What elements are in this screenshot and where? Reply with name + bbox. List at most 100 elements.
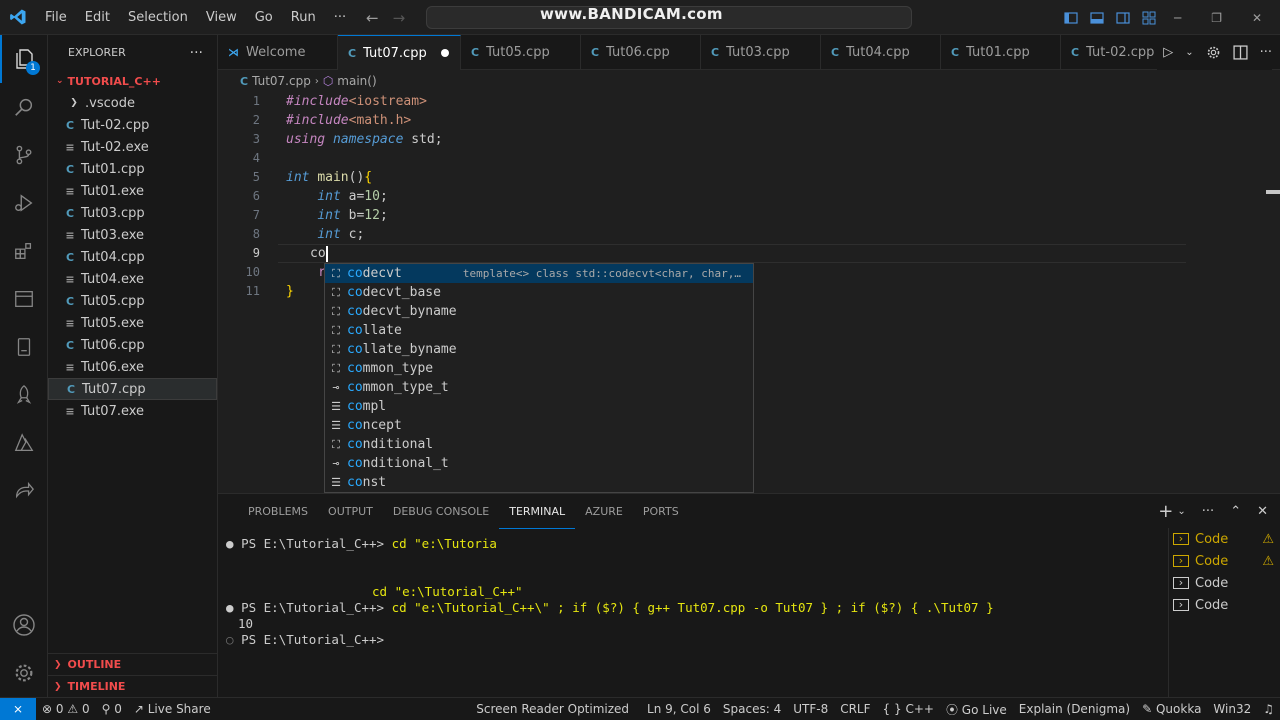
file-item[interactable]: ❯ .vscode xyxy=(48,92,217,114)
suggestion-item[interactable]: ⛶ conditional xyxy=(325,435,753,454)
customize-layout-icon[interactable] xyxy=(1142,11,1156,25)
cursor-position[interactable]: Ln 9, Col 6 xyxy=(641,702,717,716)
file-item[interactable]: C Tut-02.cpp xyxy=(48,114,217,136)
suggestion-item[interactable]: ☰ compl xyxy=(325,397,753,416)
go-live-status[interactable]: ⦿ Go Live xyxy=(940,701,1013,718)
run-debug-activity-icon[interactable] xyxy=(0,179,48,227)
back-arrow-icon[interactable]: ← xyxy=(366,9,379,27)
explain-status[interactable]: Explain (Denigma) xyxy=(1013,702,1136,716)
terminal-output[interactable]: ● PS E:\Tutorial_C++> cd "e:\Tutoria cd … xyxy=(226,536,1150,696)
file-item[interactable]: ≡ Tut01.exe xyxy=(48,180,217,202)
editor-scrollbar-thumb[interactable] xyxy=(1266,190,1280,194)
unsaved-dot-icon[interactable] xyxy=(440,49,449,57)
close-window-icon[interactable]: ✕ xyxy=(1252,11,1262,25)
suggestion-item[interactable]: ⛶ codecvt_base xyxy=(325,283,753,302)
file-item[interactable]: ≡ Tut04.exe xyxy=(48,268,217,290)
suggestion-item[interactable]: ☰ const xyxy=(325,473,753,492)
language-mode[interactable]: { } C++ xyxy=(877,702,940,716)
source-control-activity-icon[interactable] xyxy=(0,131,48,179)
suggestion-item[interactable]: ⛶ common_type xyxy=(325,359,753,378)
indentation[interactable]: Spaces: 4 xyxy=(717,702,787,716)
breadcrumb-symbol[interactable]: main() xyxy=(337,74,376,88)
file-item[interactable]: ≡ Tut06.exe xyxy=(48,356,217,378)
menu-view[interactable]: View xyxy=(197,0,246,35)
terminal-instance[interactable]: › Code xyxy=(1169,572,1280,594)
forward-arrow-icon[interactable]: → xyxy=(393,9,406,27)
explorer-more-actions[interactable]: ··· xyxy=(190,45,203,61)
suggestion-item[interactable]: ⛶ collate xyxy=(325,321,753,340)
suggestion-item[interactable]: ⛶ codecvt_byname xyxy=(325,302,753,321)
chevron-down-icon[interactable]: ⌄ xyxy=(1177,506,1185,517)
menu-run[interactable]: Run xyxy=(282,0,325,35)
tab-tut03-cpp[interactable]: C Tut03.cpp xyxy=(701,35,821,70)
tab-tut05-cpp[interactable]: C Tut05.cpp xyxy=(461,35,581,70)
maximize-panel-chevron-up-icon[interactable]: ⌃ xyxy=(1230,504,1241,519)
tab-tut-02-cpp[interactable]: C Tut-02.cpp xyxy=(1061,35,1171,70)
file-item[interactable]: ≡ Tut07.exe xyxy=(48,400,217,422)
panel-tab-azure[interactable]: AZURE xyxy=(575,494,633,529)
run-play-icon[interactable]: ▷ xyxy=(1163,45,1173,60)
search-activity-icon[interactable] xyxy=(0,83,48,131)
live-share-status[interactable]: ↗ Live Share xyxy=(128,702,217,716)
terminal-instance[interactable]: › Code ⚠ xyxy=(1169,528,1280,550)
problems-status[interactable]: ⊗ 0 ⚠ 0 xyxy=(36,702,96,716)
more-actions-icon[interactable]: ··· xyxy=(1202,504,1214,519)
minimize-icon[interactable]: ─ xyxy=(1174,11,1181,25)
breadcrumb-file[interactable]: Tut07.cpp xyxy=(252,74,311,88)
tab-tut07-cpp[interactable]: C Tut07.cpp xyxy=(338,35,461,70)
tab-welcome[interactable]: ⋊ Welcome xyxy=(218,35,338,70)
close-panel-icon[interactable]: ✕ xyxy=(1257,504,1268,519)
tab-tut06-cpp[interactable]: C Tut06.cpp xyxy=(581,35,701,70)
menu-more[interactable]: ··· xyxy=(325,0,355,35)
file-item[interactable]: C Tut05.cpp xyxy=(48,290,217,312)
terminal-instance[interactable]: › Code xyxy=(1169,594,1280,616)
file-item[interactable]: C Tut01.cpp xyxy=(48,158,217,180)
notifications-bell-icon[interactable]: ♫ xyxy=(1257,702,1280,716)
split-editor-icon[interactable] xyxy=(1233,45,1248,60)
file-item[interactable]: ≡ Tut-02.exe xyxy=(48,136,217,158)
encoding[interactable]: UTF-8 xyxy=(787,702,834,716)
terminal-instance[interactable]: › Code ⚠ xyxy=(1169,550,1280,572)
file-item[interactable]: C Tut07.cpp xyxy=(48,378,217,400)
live-share-activity-icon[interactable] xyxy=(0,467,48,515)
file-item[interactable]: ≡ Tut05.exe xyxy=(48,312,217,334)
end-of-line[interactable]: CRLF xyxy=(834,702,876,716)
panel-tab-ports[interactable]: PORTS xyxy=(633,494,689,529)
chevron-down-icon[interactable]: ⌄ xyxy=(1185,47,1193,58)
suggestion-item[interactable]: ⊸ conditional_t xyxy=(325,454,753,473)
restore-icon[interactable]: ❐ xyxy=(1211,11,1222,25)
toggle-secondary-sidebar-icon[interactable] xyxy=(1116,11,1130,25)
tab-tut04-cpp[interactable]: C Tut04.cpp xyxy=(821,35,941,70)
outline-section[interactable]: ❯ OUTLINE xyxy=(48,653,218,675)
more-actions-icon[interactable]: ··· xyxy=(1260,45,1272,60)
toggle-primary-sidebar-icon[interactable] xyxy=(1064,11,1078,25)
new-terminal-plus-icon[interactable]: + xyxy=(1158,501,1173,522)
remote-indicator[interactable]: ⨯ xyxy=(0,698,36,720)
remote-explorer-activity-icon[interactable] xyxy=(0,275,48,323)
menu-edit[interactable]: Edit xyxy=(76,0,119,35)
ports-status[interactable]: ⚲ 0 xyxy=(96,702,128,716)
suggestion-item[interactable]: ⛶ codecvt template<> class std::codecvt<ch… xyxy=(325,264,753,283)
testing-activity-icon[interactable] xyxy=(0,323,48,371)
workspace-folder[interactable]: ⌄ TUTORIAL_C++ xyxy=(48,70,217,92)
file-item[interactable]: C Tut06.cpp xyxy=(48,334,217,356)
menu-file[interactable]: File xyxy=(36,0,76,35)
panel-tab-debug-console[interactable]: DEBUG CONSOLE xyxy=(383,494,499,529)
timeline-section[interactable]: ❯ TIMELINE xyxy=(48,675,218,697)
file-item[interactable]: ≡ Tut03.exe xyxy=(48,224,217,246)
suggestion-item[interactable]: ⛶ collate_byname xyxy=(325,340,753,359)
extensions-activity-icon[interactable] xyxy=(0,227,48,275)
panel-tab-terminal[interactable]: TERMINAL xyxy=(499,494,576,529)
menu-go[interactable]: Go xyxy=(246,0,282,35)
platform-status[interactable]: Win32 xyxy=(1207,702,1257,716)
manage-gear-icon[interactable] xyxy=(0,649,48,697)
tab-tut01-cpp[interactable]: C Tut01.cpp xyxy=(941,35,1061,70)
file-item[interactable]: C Tut04.cpp xyxy=(48,246,217,268)
azure-activity-icon[interactable] xyxy=(0,419,48,467)
toggle-panel-icon[interactable] xyxy=(1090,11,1104,25)
quokka-status[interactable]: ✎ Quokka xyxy=(1136,702,1207,716)
settings-gear-icon[interactable] xyxy=(1206,45,1221,60)
screen-reader-status[interactable]: Screen Reader Optimized xyxy=(470,702,641,716)
suggestion-item[interactable]: ⊸ common_type_t xyxy=(325,378,753,397)
deploy-activity-icon[interactable] xyxy=(0,371,48,419)
